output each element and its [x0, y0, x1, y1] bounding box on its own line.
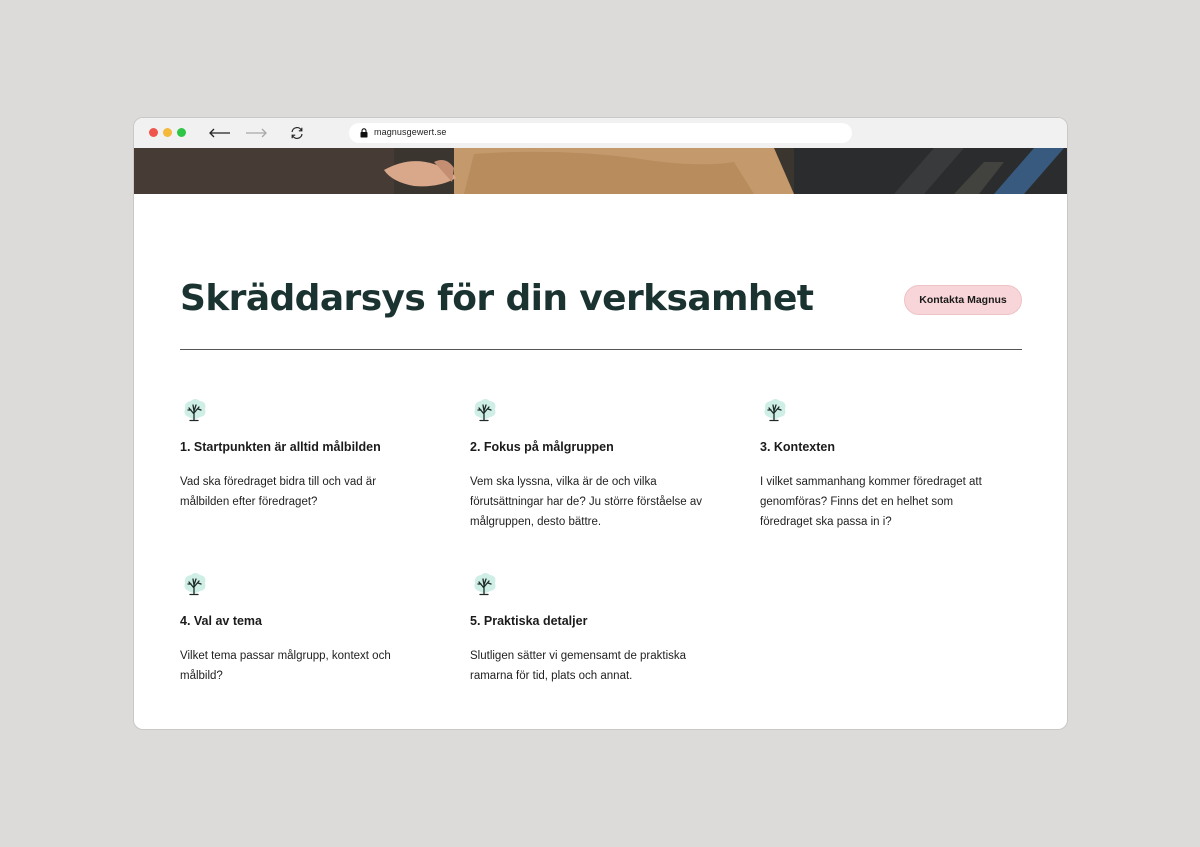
page-title: Skräddarsys för din verksamhet	[180, 278, 814, 319]
url-text: magnusgewert.se	[374, 127, 447, 137]
reload-icon[interactable]	[289, 125, 305, 141]
hero-image	[134, 148, 1067, 194]
feature-description: I vilket sammanhang kommer föredraget at…	[760, 476, 982, 528]
main-content: Skräddarsys för din verksamhet Kontakta …	[134, 194, 1067, 729]
tree-icon	[184, 399, 206, 422]
minimize-window-button[interactable]	[163, 128, 172, 137]
forward-arrow-icon[interactable]	[244, 125, 268, 141]
tree-icon	[764, 399, 786, 422]
address-bar[interactable]: magnusgewert.se	[349, 123, 852, 143]
browser-window: magnusgewert.se Skräddarsys för din verk…	[133, 117, 1068, 730]
close-window-button[interactable]	[149, 128, 158, 137]
feature-description: Vad ska föredraget bidra till och vad är…	[180, 476, 377, 508]
feature-title: 5. Praktiska detaljer	[470, 614, 588, 628]
feature-title: 4. Val av tema	[180, 614, 263, 628]
back-arrow-icon[interactable]	[208, 125, 232, 141]
feature-description: Slutligen sätter vi gemensamt de praktis…	[470, 650, 687, 682]
browser-toolbar: magnusgewert.se	[134, 118, 1067, 148]
lock-icon	[360, 128, 368, 138]
feature-description: Vem ska lyssna, vilka är de och vilka fö…	[470, 476, 703, 528]
feature-description: Vilket tema passar målgrupp, kontext och…	[180, 650, 391, 682]
tree-icon	[474, 399, 496, 422]
divider	[180, 349, 1022, 350]
feature-title: 3. Kontexten	[760, 440, 836, 454]
tree-icon	[184, 573, 206, 596]
feature-title: 1. Startpunkten är alltid målbilden	[180, 440, 381, 454]
feature-title: 2. Fokus på målgruppen	[470, 440, 614, 454]
contact-magnus-button[interactable]: Kontakta Magnus	[904, 285, 1022, 315]
maximize-window-button[interactable]	[177, 128, 186, 137]
tree-icon	[474, 573, 496, 596]
